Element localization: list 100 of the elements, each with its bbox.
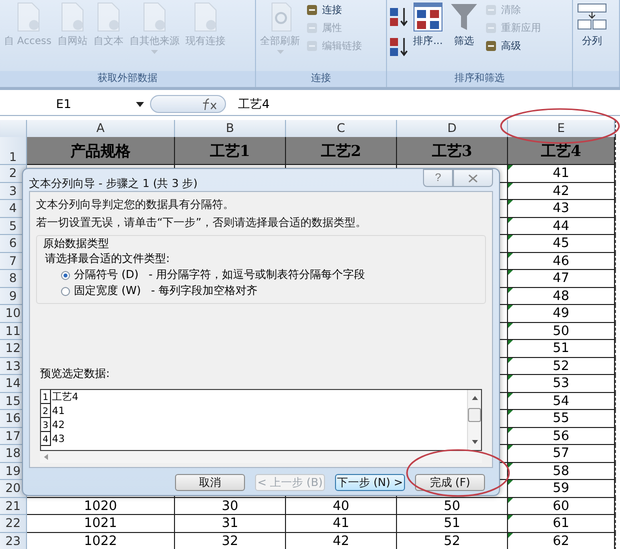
cell-text: 工艺4 — [540, 142, 582, 160]
cell-text: 工艺1 — [210, 142, 250, 160]
cell-text: 1020 — [84, 498, 118, 514]
cell-text: 60 — [552, 498, 570, 514]
row-header[interactable]: 1 — [0, 137, 27, 165]
preview-text: 41 — [51, 405, 65, 418]
option-description: - 每列字段加空格对齐 — [150, 283, 258, 299]
cell-text: 41 — [332, 516, 350, 531]
group-title: 原始数据类型 — [43, 236, 110, 251]
cell-text: 53 — [552, 376, 570, 391]
cell-text: 41 — [552, 166, 570, 181]
cell-text: 31 — [222, 516, 238, 531]
horizontal-scrollbar[interactable] — [40, 451, 482, 463]
cell-text: 43 — [552, 201, 570, 216]
dropdown-icon — [136, 102, 144, 106]
ribbon-small-button[interactable]: 连接 — [304, 2, 363, 18]
scroll-down-icon[interactable] — [472, 440, 478, 444]
ribbon-small-button[interactable]: 高级 — [483, 38, 542, 54]
close-icon — [468, 174, 478, 182]
row-header[interactable]: 23 — [0, 532, 27, 549]
help-button[interactable]: ? — [423, 169, 453, 187]
cell-text: 49 — [552, 306, 570, 321]
square-icon — [305, 21, 319, 35]
cell-text: 56 — [552, 428, 570, 444]
sort-descending-icon[interactable] — [389, 36, 409, 58]
cell-text: 32 — [222, 534, 238, 548]
preview-row-number: 4 — [41, 432, 51, 446]
document-icon — [95, 2, 122, 32]
vertical-scrollbar[interactable] — [467, 390, 481, 450]
ribbon-group-label: 获取外部数据 — [0, 71, 255, 87]
dialog-button[interactable]: 完成 (F) — [415, 474, 485, 491]
scroll-thumb[interactable] — [468, 408, 481, 422]
group-label-bar — [573, 71, 619, 87]
ribbon-group-label: 排序和筛选 — [387, 71, 572, 87]
dialog-button[interactable]: 取消 — [175, 474, 245, 491]
column-header[interactable]: C — [286, 120, 397, 138]
cell-text: 工艺3 — [432, 142, 472, 160]
dialog-title: 文本分列向导 - 步骤之 1 (共 3 步) — [29, 176, 198, 191]
cell-text: 42 — [552, 184, 570, 198]
square-icon — [484, 3, 498, 17]
function-icon[interactable] — [201, 97, 219, 111]
preview-row-number: 1 — [41, 390, 51, 404]
ribbon-button[interactable]: 分列 — [575, 2, 609, 48]
cell-text: 52 — [552, 358, 570, 374]
preview-row-number: 2 — [41, 404, 51, 418]
radio-label[interactable]: 分隔符号 (D) — [74, 267, 139, 283]
square-icon — [305, 39, 319, 53]
formula-field[interactable]: 工艺4 — [226, 96, 620, 112]
option-description: - 用分隔字符，如逗号或制表符分隔每个字段 — [148, 267, 366, 283]
row-header[interactable]: 22 — [0, 515, 27, 532]
cell-text: 62 — [552, 534, 570, 548]
cell-text: 40 — [332, 498, 350, 514]
preview-text: 42 — [51, 419, 65, 432]
document-icon — [59, 2, 86, 32]
sort-grid-icon — [413, 2, 443, 32]
cell-text: 1021 — [84, 516, 118, 531]
ribbon-button[interactable]: 排序... — [411, 2, 445, 48]
radio-label[interactable]: 固定宽度 (W) — [74, 283, 141, 299]
column-header[interactable]: E — [508, 120, 615, 138]
cell-text: 52 — [444, 534, 460, 548]
square-icon — [305, 3, 319, 17]
cell-text: 58 — [552, 464, 570, 478]
name-box[interactable]: E1 — [0, 97, 150, 111]
cell-text: 50 — [552, 324, 570, 338]
filter-icon — [449, 2, 479, 32]
columns-icon — [577, 2, 607, 32]
close-button[interactable] — [453, 169, 493, 187]
square-icon — [484, 21, 498, 35]
cell-text: 46 — [552, 254, 570, 268]
column-header[interactable]: D — [397, 120, 508, 138]
sort-ascending-icon[interactable] — [389, 6, 409, 28]
cell-text: 44 — [552, 218, 570, 234]
scroll-left-icon[interactable] — [44, 454, 48, 460]
document-icon — [192, 2, 218, 32]
ribbon-button[interactable]: 筛选 — [447, 2, 481, 48]
dialog-button[interactable]: 下一步 (N) > — [335, 474, 405, 491]
scroll-up-icon[interactable] — [472, 396, 478, 400]
preview-row-number: 3 — [41, 418, 51, 432]
cell-text: 51 — [552, 341, 570, 356]
cell-text: 45 — [552, 236, 570, 251]
row-header[interactable]: 21 — [0, 498, 27, 515]
cell-text: 48 — [552, 288, 570, 304]
document-icon — [14, 2, 41, 32]
cell-text: 61 — [552, 516, 570, 531]
radio-button[interactable] — [61, 286, 70, 296]
preview-text: 43 — [51, 433, 65, 446]
instruction-text: 文本分列向导判定您的数据具有分隔符。 — [36, 197, 235, 213]
column-header[interactable]: A — [27, 120, 175, 138]
ribbon-group-label: 连接 — [256, 71, 386, 87]
cell-text: 30 — [222, 498, 238, 514]
document-icon — [141, 2, 168, 32]
radio-button[interactable] — [61, 270, 70, 280]
cell-text: 1022 — [84, 534, 118, 548]
preview-text: 工艺4 — [51, 391, 78, 404]
instruction-text: 若一切设置无误，请单击“下一步”，否则请选择最合适的数据类型。 — [36, 215, 368, 231]
prompt-text: 请选择最合适的文件类型: — [44, 251, 171, 267]
column-header[interactable]: B — [175, 120, 286, 138]
cell-text: 产品规格 — [70, 142, 130, 160]
cell-text: 42 — [332, 534, 350, 548]
cell-text: 55 — [552, 411, 570, 426]
